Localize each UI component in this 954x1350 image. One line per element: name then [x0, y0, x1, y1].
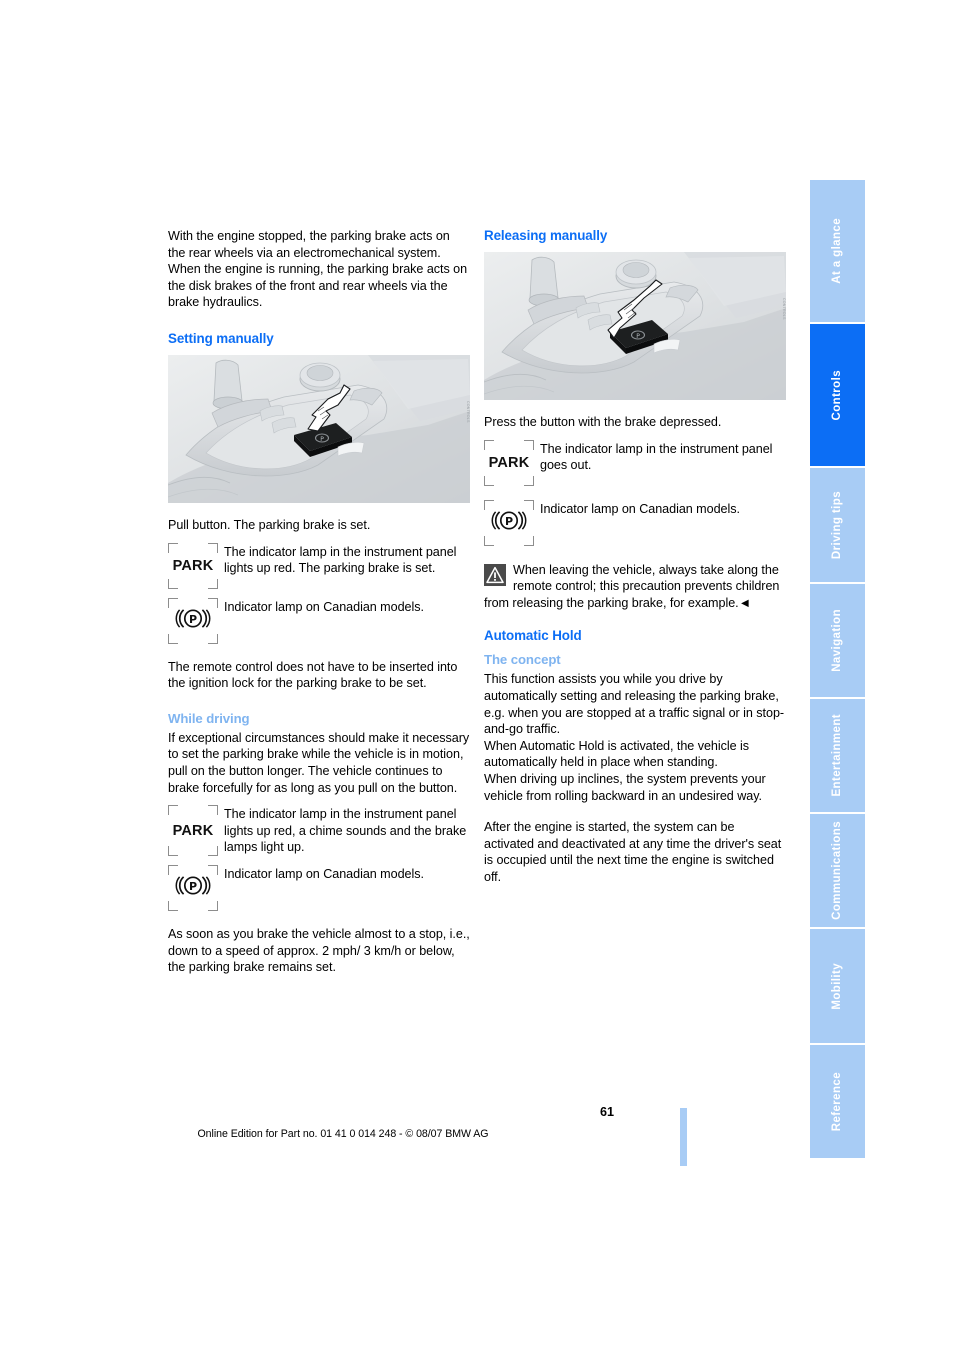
- park-indicator-icon: PARK: [168, 805, 218, 856]
- subheading-the-concept: The concept: [484, 652, 561, 668]
- photo-releasing-manually: P CONTROLS: [484, 252, 786, 400]
- bracket-bottom-left: [168, 578, 178, 589]
- tab-driving-tips[interactable]: Driving tips: [810, 468, 865, 582]
- heading-automatic-hold: Automatic Hold: [484, 628, 582, 644]
- bracket-bottom-right: [208, 845, 218, 856]
- indicator-lamp-row: P Indicator lamp on Canadian models.: [484, 499, 786, 546]
- tab-label: Entertainment: [830, 714, 843, 797]
- tab-label: Driving tips: [830, 490, 843, 559]
- indicator-lamp-row: PARK The indicator lamp in the instrumen…: [168, 805, 470, 856]
- tab-mobility[interactable]: Mobility: [810, 929, 865, 1043]
- image-credit: CONTROLS: [466, 400, 470, 423]
- park-glyph-label: PARK: [172, 822, 214, 839]
- bracket-top-right: [208, 542, 218, 553]
- bracket-top-right: [524, 439, 534, 450]
- image-credit: CONTROLS: [782, 298, 786, 320]
- automatic-hold-paragraph-4: After the engine is started, the system …: [484, 820, 782, 884]
- park-glyph-label: PARK: [172, 557, 214, 574]
- subheading-while-driving: While driving: [168, 710, 250, 726]
- indicator-lamp-text: Indicator lamp on Canadian models.: [540, 501, 740, 516]
- tab-label: Communications: [830, 821, 843, 921]
- automatic-hold-paragraph-2: When Automatic Hold is activated, the ve…: [484, 738, 749, 770]
- bracket-bottom-left: [168, 845, 178, 856]
- tab-label: Mobility: [830, 962, 843, 1010]
- warning-block: When leaving the vehicle, always take al…: [484, 562, 786, 612]
- bracket-bottom-left: [484, 475, 494, 486]
- indicator-lamp-text: The indicator lamp in the instrument pan…: [224, 544, 457, 576]
- caption-releasing-manually: Press the button with the brake depresse…: [484, 415, 722, 429]
- while-driving-body: If exceptional circumstances should make…: [168, 730, 470, 795]
- console-illustration: P: [484, 252, 786, 400]
- while-driving-closing: As soon as you brake the vehicle almost …: [168, 926, 470, 975]
- tab-controls[interactable]: Controls: [810, 324, 865, 467]
- canadian-park-indicator-icon: P: [168, 597, 218, 644]
- indicator-lamp-text: The indicator lamp in the instrument pan…: [540, 441, 773, 473]
- right-column: Releasing manually P CONTROLS Press the …: [484, 228, 786, 886]
- svg-text:P: P: [636, 333, 640, 340]
- tab-navigation[interactable]: Navigation: [810, 583, 865, 697]
- circled-p-icon: P: [174, 872, 212, 903]
- heading-releasing-manually: Releasing manually: [484, 228, 608, 243]
- remote-control-note: The remote control does not have to be i…: [168, 659, 458, 691]
- tab-label: At a glance: [830, 218, 843, 284]
- circled-p-icon: P: [174, 605, 212, 636]
- warning-text: When leaving the vehicle, always take al…: [484, 562, 780, 610]
- console-illustration: P: [168, 354, 470, 503]
- canadian-park-indicator-icon: P: [168, 864, 218, 911]
- tab-at-a-glance[interactable]: At a glance: [810, 180, 865, 323]
- svg-text:P: P: [189, 880, 197, 893]
- photo-setting-manually: P CONTROLS: [168, 354, 470, 503]
- bracket-top-right: [208, 805, 218, 816]
- indicator-lamp-row: P Indicator lamp on Canadian models.: [168, 597, 470, 644]
- indicator-lamp-row: PARK The indicator lamp in the instrumen…: [168, 542, 470, 589]
- indicator-lamp-text: Indicator lamp on Canadian models.: [224, 599, 424, 614]
- tab-label: Navigation: [830, 608, 843, 672]
- svg-text:P: P: [189, 613, 197, 626]
- footer-edition-text: Online Edition for Part no. 01 41 0 014 …: [197, 1128, 489, 1140]
- svg-text:P: P: [320, 436, 324, 443]
- bracket-top-left: [168, 542, 178, 553]
- indicator-lamp-row: P Indicator lamp on Canadian models.: [168, 864, 470, 911]
- page-number: 61: [600, 1105, 615, 1119]
- tab-reference[interactable]: Reference: [810, 1044, 865, 1158]
- automatic-hold-paragraph-1: This function assists you while you driv…: [484, 672, 785, 737]
- svg-text:P: P: [505, 515, 513, 528]
- park-indicator-icon: PARK: [484, 439, 534, 486]
- bracket-bottom-right: [524, 475, 534, 486]
- section-tab-rail: At a glance Controls Driving tips Naviga…: [810, 180, 865, 1160]
- circled-p-icon: P: [490, 507, 528, 538]
- automatic-hold-paragraph-3: When driving up inclines, the system pre…: [484, 771, 766, 803]
- park-indicator-icon: PARK: [168, 542, 218, 589]
- indicator-lamp-row: PARK The indicator lamp in the instrumen…: [484, 439, 786, 486]
- heading-setting-manually: Setting manually: [168, 330, 274, 346]
- manual-page: At a glance Controls Driving tips Naviga…: [0, 0, 954, 1350]
- bracket-bottom-right: [208, 578, 218, 589]
- left-column: With the engine stopped, the parking bra…: [168, 228, 470, 976]
- tab-label: Reference: [830, 1071, 843, 1131]
- park-glyph-label: PARK: [488, 454, 530, 471]
- tab-label: Controls: [830, 369, 843, 421]
- indicator-lamp-text: The indicator lamp in the instrument pan…: [224, 807, 467, 855]
- tab-entertainment[interactable]: Entertainment: [810, 698, 865, 813]
- caption-setting-manually: Pull button. The parking brake is set.: [168, 517, 371, 532]
- bracket-top-left: [484, 439, 494, 450]
- bracket-top-left: [168, 805, 178, 816]
- warning-triangle-icon: [484, 563, 506, 586]
- tab-communications[interactable]: Communications: [810, 814, 865, 928]
- intro-paragraph: With the engine stopped, the parking bra…: [168, 229, 468, 310]
- indicator-lamp-text: Indicator lamp on Canadian models.: [224, 866, 424, 881]
- canadian-park-indicator-icon: P: [484, 499, 534, 546]
